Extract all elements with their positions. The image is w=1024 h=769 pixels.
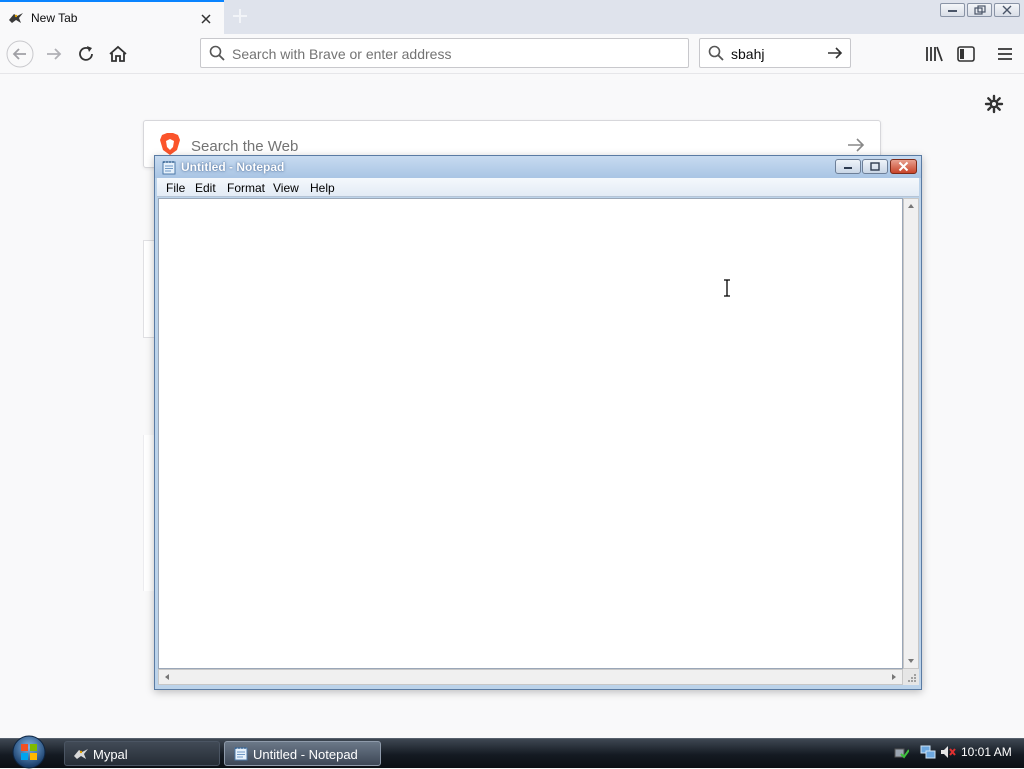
arrow-right-icon[interactable] [42,42,66,66]
reload-icon[interactable] [74,42,98,66]
notepad-menubar: File Edit Format View Help [157,178,919,197]
notepad-close-button[interactable] [890,159,917,174]
taskbar-clock[interactable]: 10:01 AM [961,745,1012,759]
safely-remove-hardware-icon[interactable] [893,744,909,760]
tab-new-tab[interactable]: New Tab [0,0,224,34]
scroll-left-icon[interactable] [164,673,170,681]
notepad-title: Untitled - Notepad [181,160,285,174]
restore-button[interactable] [967,3,992,17]
menu-edit[interactable]: Edit [195,181,216,195]
resize-grip-icon[interactable] [903,669,919,685]
menu-view[interactable]: View [273,181,299,195]
close-tab-icon[interactable] [198,11,214,27]
volume-muted-icon[interactable] [939,744,957,760]
arrow-right-icon[interactable] [846,135,866,155]
vertical-scrollbar[interactable] [903,198,919,669]
close-window-button[interactable] [994,3,1020,17]
taskbar-button-label: Untitled - Notepad [253,747,358,762]
url-bar[interactable]: Search with Brave or enter address [200,38,689,68]
search-bar[interactable]: sbahj [699,38,851,68]
search-bar-value: sbahj [731,46,765,62]
tab-strip: New Tab [0,0,1024,34]
windows-start-icon[interactable] [8,733,50,769]
taskbar-button-notepad[interactable]: Untitled - Notepad [224,741,381,766]
notepad-maximize-button[interactable] [862,159,888,174]
mypal-bird-icon [73,747,89,761]
home-icon[interactable] [106,42,130,66]
horizontal-scrollbar[interactable] [158,669,903,685]
library-icon[interactable] [922,42,946,66]
scroll-right-icon[interactable] [891,673,897,681]
tab-title: New Tab [31,11,78,25]
notepad-minimize-button[interactable] [835,159,861,174]
plus-icon[interactable] [230,6,250,26]
notepad-window: Untitled - Notepad File Edit Format View… [154,155,922,690]
menu-file[interactable]: File [166,181,185,195]
notepad-titlebar[interactable]: Untitled - Notepad [155,156,921,178]
web-search-placeholder: Search the Web [191,138,299,155]
network-icon[interactable] [920,744,936,760]
menu-format[interactable]: Format [227,181,265,195]
notepad-icon [162,160,176,175]
taskbar-button-mypal[interactable]: Mypal [64,741,220,766]
gear-icon[interactable] [984,94,1004,114]
notepad-icon [234,746,248,761]
arrow-right-icon[interactable] [826,44,844,62]
scroll-up-icon[interactable] [907,203,915,209]
back-button[interactable] [6,40,34,68]
sidebar-icon[interactable] [954,42,978,66]
taskbar-button-label: Mypal [93,747,128,762]
notepad-text-area[interactable] [158,198,903,669]
mypal-bird-icon [8,11,24,25]
menu-help[interactable]: Help [310,181,335,195]
minimize-button[interactable] [940,3,965,17]
scroll-down-icon[interactable] [907,658,915,664]
hamburger-menu-icon[interactable] [993,42,1017,66]
text-cursor-icon [723,279,731,297]
search-icon [209,45,225,61]
url-bar-placeholder: Search with Brave or enter address [232,46,452,62]
search-icon [708,45,724,61]
brave-lion-icon [159,132,181,156]
